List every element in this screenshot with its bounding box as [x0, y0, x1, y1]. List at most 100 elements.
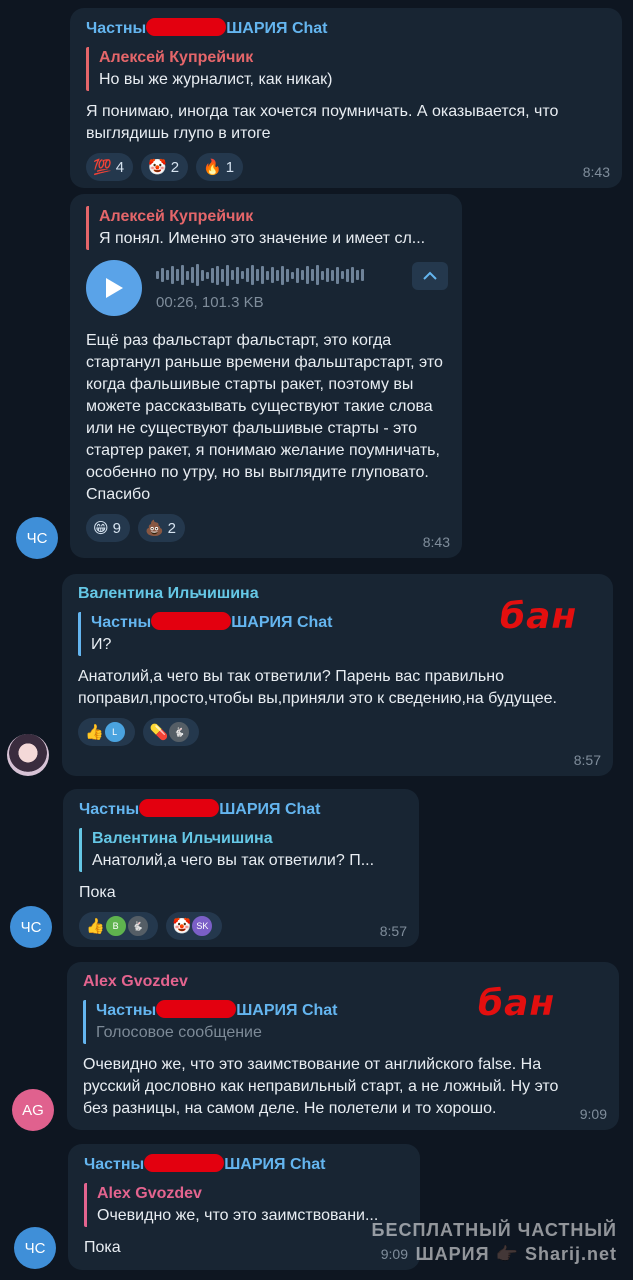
message-text: Ещё раз фальстарт фальстарт, это когда с…	[86, 332, 443, 503]
reactions: 💯 4 🤡 2 🔥 1	[86, 153, 608, 181]
reaction-fire[interactable]: 🔥 1	[196, 153, 244, 181]
reaction-count: 2	[167, 519, 177, 537]
sender-name[interactable]: Частны ШАРИЯ Chat	[79, 799, 405, 820]
redaction-mark	[156, 1000, 237, 1018]
waveform-bar	[356, 270, 359, 280]
poop-icon: 💩	[144, 519, 164, 537]
ban-label: бан	[500, 596, 578, 637]
voice-message: 00:26, 101.3 KB	[86, 260, 448, 316]
hundred-points-icon: 💯	[93, 158, 112, 176]
reply-text: И?	[91, 636, 112, 653]
reactions: 😁 9 💩 2	[86, 514, 448, 542]
redaction-mark	[151, 612, 232, 630]
transcribe-button[interactable]	[412, 262, 448, 290]
waveform-bar	[256, 269, 259, 281]
clown-icon: 🤡	[148, 158, 167, 176]
reaction-thumbs-up[interactable]: 👍 B 🐇	[79, 912, 158, 940]
reply-quote[interactable]: Валентина Ильчишина Анатолий,а чего вы т…	[79, 828, 405, 872]
reaction-grin[interactable]: 😁 9	[86, 514, 130, 542]
reaction-clown[interactable]: 🤡 SK	[165, 912, 223, 940]
sender-name[interactable]: Частны ШАРИЯ Chat	[86, 18, 608, 39]
avatar-initials: AG	[22, 1101, 44, 1119]
redaction-mark	[144, 1154, 225, 1172]
reaction-poop[interactable]: 💩 2	[137, 514, 186, 542]
reactor-avatar: 🐇	[126, 915, 149, 937]
sender-name[interactable]: Частны ШАРИЯ Chat	[84, 1154, 406, 1175]
waveform-bar	[316, 265, 319, 285]
waveform-bar	[201, 269, 204, 281]
waveform-bar	[221, 268, 224, 282]
reply-quote[interactable]: Alex Gvozdev Очевидно же, что это заимст…	[84, 1183, 406, 1227]
message-time: 8:57	[573, 752, 601, 768]
message-text: Я понимаю, иногда так хочется поумничать…	[86, 103, 559, 142]
waveform-bar	[271, 267, 274, 283]
reply-author: Alex Gvozdev	[97, 1185, 202, 1202]
waveform-bar	[176, 269, 179, 281]
waveform-bar	[231, 270, 234, 280]
reply-text: Очевидно же, что это заимствовани...	[97, 1207, 379, 1224]
message-time: 8:43	[422, 534, 450, 550]
waveform-bar	[261, 266, 264, 284]
avatar[interactable]: AG	[12, 1089, 54, 1131]
play-button[interactable]	[86, 260, 142, 316]
waveform-bar	[336, 266, 339, 284]
message-bubble[interactable]: Частны ШАРИЯ Chat Alex Gvozdev Очевидно ж…	[68, 1144, 420, 1270]
avatar[interactable]: ЧС	[16, 517, 58, 559]
reply-quote[interactable]: Алексей Купрейчик Я понял. Именно это зн…	[86, 206, 448, 250]
redaction-mark	[139, 799, 220, 817]
waveform-bar	[306, 266, 309, 284]
avatar[interactable]: ЧС	[14, 1227, 56, 1269]
play-icon	[106, 278, 123, 298]
reaction-100[interactable]: 💯 4	[86, 153, 134, 181]
waveform-bar	[161, 268, 164, 282]
message-bubble[interactable]: Частны ШАРИЯ Chat Валентина Ильчишина Ана…	[63, 789, 419, 947]
reaction-thumbs-up[interactable]: 👍 L	[78, 718, 135, 746]
waveform-bar	[236, 266, 239, 284]
reactor-avatar: L	[103, 721, 126, 743]
message-time: 9:09	[579, 1106, 607, 1122]
voice-waveform[interactable]	[156, 264, 398, 286]
reaction-count: 2	[170, 158, 180, 176]
thumbs-up-icon: 👍	[85, 723, 104, 741]
waveform-bar	[166, 270, 169, 280]
waveform-bar	[276, 269, 279, 281]
clown-icon: 🤡	[172, 917, 192, 935]
reactions: 👍 B 🐇 🤡 SK	[79, 912, 405, 940]
message-text: Анатолий,а чего вы так ответили? Парень …	[78, 668, 557, 707]
avatar-initials: ЧС	[20, 918, 42, 936]
waveform-bar	[296, 267, 299, 283]
message-bubble[interactable]: Частны ШАРИЯ Chat Алексей Купрейчик Но вы…	[70, 8, 622, 188]
waveform-bar	[246, 268, 249, 282]
message-text: Очевидно же, что это заимствование от ан…	[83, 1056, 559, 1117]
waveform-bar	[211, 267, 214, 283]
reply-quote[interactable]: Алексей Купрейчик Но вы же журналист, ка…	[86, 47, 608, 91]
message-bubble[interactable]: Алексей Купрейчик Я понял. Именно это зн…	[70, 194, 462, 558]
waveform-bar	[341, 271, 344, 279]
watermark-line-1: БЕСПЛАТНЫЙ ЧАСТНЫЙ	[371, 1220, 617, 1240]
chevron-up-icon	[423, 271, 437, 280]
reaction-clown[interactable]: 🤡 2	[141, 153, 189, 181]
message-time: 8:57	[379, 923, 407, 939]
reply-text: Но вы же журналист, как никак)	[99, 71, 333, 88]
waveform-bar	[311, 269, 314, 281]
avatar[interactable]: ЧС	[10, 906, 52, 948]
redaction-mark	[146, 18, 227, 36]
waveform-bar	[326, 268, 329, 282]
waveform-bar	[241, 271, 244, 279]
reaction-pill[interactable]: 💊 🐇	[142, 718, 200, 746]
ban-label: бан	[478, 983, 556, 1024]
avatar[interactable]	[7, 734, 49, 776]
waveform-bar	[251, 265, 254, 285]
reply-text: Анатолий,а чего вы так ответили? П...	[92, 852, 375, 869]
reaction-count: 9	[112, 519, 121, 537]
waveform-bar	[226, 264, 229, 286]
waveform-bar	[191, 267, 194, 283]
waveform-bar	[286, 268, 289, 282]
waveform-bar	[291, 271, 294, 279]
reactions: 👍 L 💊 🐇	[78, 718, 599, 746]
waveform-bar	[216, 265, 219, 285]
message-text: Пока	[84, 1239, 121, 1256]
message-time: 8:43	[582, 164, 610, 180]
reactor-avatar: SK	[191, 915, 214, 937]
watermark: БЕСПЛАТНЫЙ ЧАСТНЫЙ ШАРИЯ 👉🏿 Sharij.net	[372, 1218, 617, 1266]
